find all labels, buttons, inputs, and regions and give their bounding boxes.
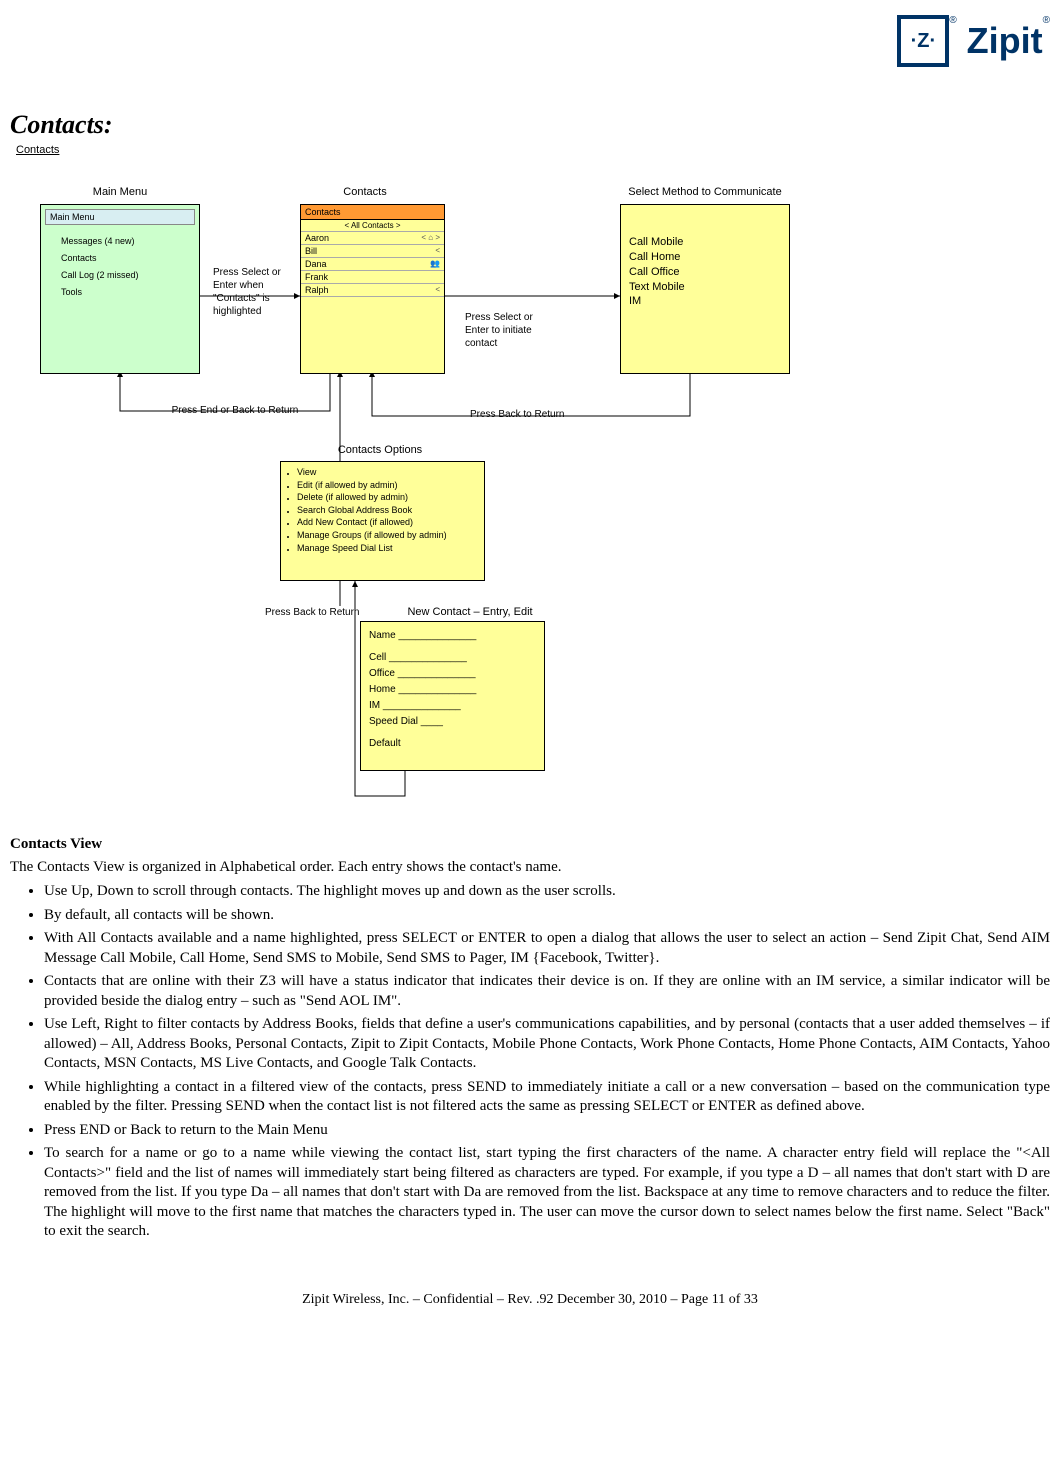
entry-panel: Name ______________ Cell ______________ … (360, 621, 545, 771)
method-call-mobile[interactable]: Call Mobile (629, 235, 781, 250)
bullet-8: To search for a name or go to a name whi… (44, 1144, 1050, 1242)
field-default[interactable]: Default (369, 736, 536, 752)
label-newcontact: New Contact – Entry, Edit (390, 606, 550, 618)
sub-heading: Contacts (16, 144, 1050, 156)
bullet-4: Contacts that are online with their Z3 w… (44, 972, 1050, 1011)
main-menu-header: Main Menu (45, 209, 195, 225)
annot-end-back: Press End or Back to Return (170, 404, 300, 417)
bullet-5: Use Left, Right to filter contacts by Ad… (44, 1015, 1050, 1074)
filter-row[interactable]: < All Contacts > (301, 220, 444, 232)
bullet-6: While highlighting a contact in a filter… (44, 1078, 1050, 1117)
menu-item-tools[interactable]: Tools (61, 284, 199, 301)
field-name[interactable]: Name ______________ (369, 628, 536, 644)
annot-select-contacts: Press Select or Enter when "Contacts" is… (213, 266, 293, 318)
bullet-1: Use Up, Down to scroll through contacts.… (44, 882, 1050, 902)
contact-ralph[interactable]: Ralph< (301, 284, 444, 297)
menu-item-calllog[interactable]: Call Log (2 missed) (61, 267, 199, 284)
bullet-7: Press END or Back to return to the Main … (44, 1121, 1050, 1141)
opt-edit[interactable]: Edit (if allowed by admin) (297, 479, 484, 492)
opt-view[interactable]: View (297, 466, 484, 479)
bullet-3: With All Contacts available and a name h… (44, 929, 1050, 968)
flow-diagram: Main Menu Main Menu Messages (4 new) Con… (10, 186, 1050, 826)
opt-add-new[interactable]: Add New Contact (if allowed) (297, 516, 484, 529)
contact-aaron[interactable]: Aaron< ⌂ > (301, 232, 444, 245)
opt-manage-speed[interactable]: Manage Speed Dial List (297, 542, 484, 555)
method-text-mobile[interactable]: Text Mobile (629, 280, 781, 295)
page-title: Contacts: (10, 110, 1050, 140)
opt-manage-groups[interactable]: Manage Groups (if allowed by admin) (297, 529, 484, 542)
main-menu-panel: Main Menu Messages (4 new) Contacts Call… (40, 204, 200, 374)
label-select-method: Select Method to Communicate (610, 186, 800, 198)
contacts-view-heading: Contacts View (10, 836, 1050, 853)
field-cell[interactable]: Cell ______________ (369, 650, 536, 666)
field-speed[interactable]: Speed Dial ____ (369, 714, 536, 730)
label-options: Contacts Options (320, 444, 440, 456)
contact-bill[interactable]: Bill< (301, 245, 444, 258)
menu-item-contacts[interactable]: Contacts (61, 250, 199, 267)
method-call-home[interactable]: Call Home (629, 250, 781, 265)
options-panel: View Edit (if allowed by admin) Delete (… (280, 461, 485, 581)
page-footer: Zipit Wireless, Inc. – Confidential – Re… (10, 1292, 1050, 1308)
opt-delete[interactable]: Delete (if allowed by admin) (297, 491, 484, 504)
contact-frank[interactable]: Frank (301, 271, 444, 284)
field-im[interactable]: IM ______________ (369, 698, 536, 714)
label-contacts: Contacts (325, 186, 405, 198)
label-main-menu: Main Menu (70, 186, 170, 198)
method-call-office[interactable]: Call Office (629, 265, 781, 280)
annot-initiate: Press Select or Enter to initiate contac… (465, 311, 555, 350)
contacts-header: Contacts (301, 205, 444, 220)
description-list: Use Up, Down to scroll through contacts.… (10, 882, 1050, 1242)
opt-search-gab[interactable]: Search Global Address Book (297, 504, 484, 517)
contacts-panel: Contacts < All Contacts > Aaron< ⌂ > Bil… (300, 204, 445, 374)
menu-item-messages[interactable]: Messages (4 new) (61, 233, 199, 250)
contact-dana[interactable]: Dana👥 (301, 258, 444, 271)
contacts-view-intro: The Contacts View is organized in Alphab… (10, 859, 1050, 876)
logo-box: ·Z· (897, 15, 949, 67)
field-office[interactable]: Office ______________ (369, 666, 536, 682)
annot-back1: Press Back to Return (470, 408, 600, 421)
annot-back2: Press Back to Return (265, 606, 385, 619)
logo-text: Zipit (967, 20, 1043, 62)
select-method-panel: Call Mobile Call Home Call Office Text M… (620, 204, 790, 374)
method-im[interactable]: IM (629, 294, 781, 309)
field-home[interactable]: Home ______________ (369, 682, 536, 698)
bullet-2: By default, all contacts will be shown. (44, 906, 1050, 926)
zipit-logo: ·Z·® Zipit® (897, 15, 1050, 67)
